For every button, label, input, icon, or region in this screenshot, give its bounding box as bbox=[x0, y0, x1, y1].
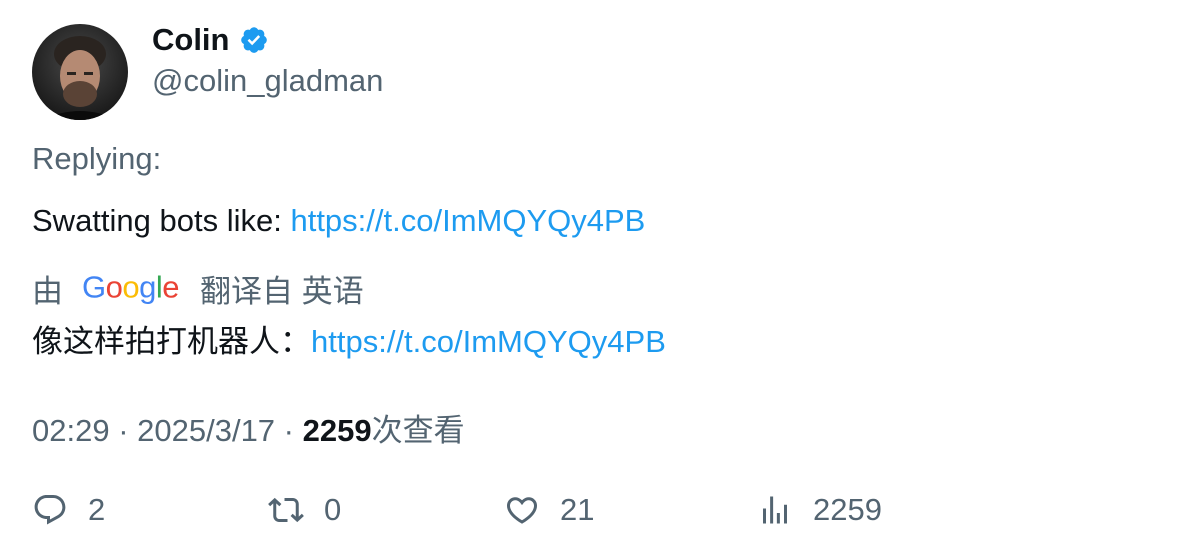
view-count: 2259 bbox=[302, 413, 372, 448]
author-name-row: Colin bbox=[152, 22, 269, 58]
replying-label: Replying: bbox=[32, 141, 162, 176]
avatar-image bbox=[32, 24, 128, 120]
translated-by-suffix[interactable]: 翻译自 英语 bbox=[200, 266, 364, 311]
reply-button[interactable]: 2 bbox=[32, 492, 105, 528]
retweet-button[interactable]: 0 bbox=[268, 492, 341, 528]
google-logo-icon: Google bbox=[82, 269, 180, 304]
author-name[interactable]: Colin bbox=[152, 22, 230, 58]
views-count: 2259 bbox=[813, 492, 882, 527]
translated-link[interactable]: https://t.co/ImMQYQy4PB bbox=[311, 324, 666, 359]
translated-by-prefix: 由 bbox=[32, 274, 63, 309]
reply-count: 2 bbox=[88, 492, 106, 527]
views-button[interactable]: 2259 bbox=[757, 492, 882, 528]
tweet-meta: 02:29 · 2025/3/17 · 2259次查看 bbox=[32, 405, 465, 450]
retweet-icon bbox=[268, 497, 304, 523]
tweet-link[interactable]: https://t.co/ImMQYQy4PB bbox=[290, 203, 645, 238]
tweet-text: Swatting bots like: https://t.co/ImMQYQy… bbox=[32, 203, 645, 239]
reply-icon bbox=[34, 495, 66, 525]
author-handle[interactable]: @colin_gladman bbox=[152, 63, 383, 99]
like-button[interactable]: 21 bbox=[504, 492, 594, 528]
tweet-time[interactable]: 02:29 bbox=[32, 413, 110, 448]
views-label: 次查看 bbox=[371, 413, 465, 449]
translated-text: 像这样拍打机器人：https://t.co/ImMQYQy4PB bbox=[32, 316, 666, 361]
svg-text:Google: Google bbox=[82, 269, 179, 304]
tweet-date[interactable]: 2025/3/17 bbox=[137, 413, 275, 448]
translated-body: 像这样拍打机器人： bbox=[32, 324, 311, 360]
meta-separator: · bbox=[109, 413, 138, 448]
like-count: 21 bbox=[560, 492, 595, 527]
heart-icon bbox=[506, 497, 538, 524]
meta-separator: · bbox=[275, 413, 303, 448]
retweet-count: 0 bbox=[324, 492, 342, 527]
tweet-body: Swatting bots like: bbox=[32, 203, 291, 238]
verified-badge-icon bbox=[240, 27, 267, 53]
translated-by-row: 由 Google 翻译自 英语 bbox=[32, 266, 364, 311]
analytics-icon bbox=[763, 496, 787, 524]
avatar[interactable] bbox=[32, 24, 128, 120]
